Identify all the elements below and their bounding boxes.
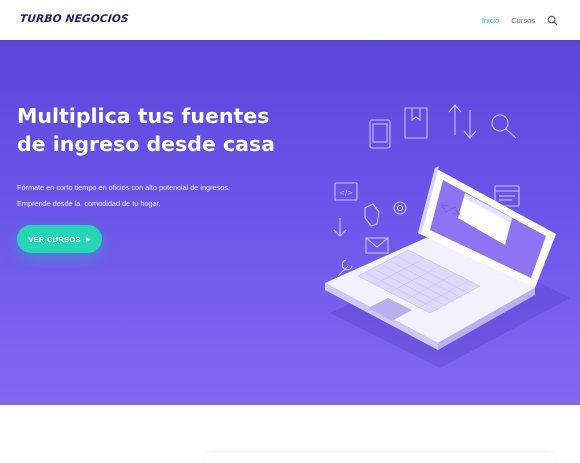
ver-cursos-button[interactable]: VER CURSOS ▶ xyxy=(17,225,102,253)
search-icon[interactable] xyxy=(547,15,558,26)
cta-label: VER CURSOS xyxy=(28,234,81,244)
site-logo[interactable]: TURBO NEGOCIOS xyxy=(19,13,129,25)
nav-item-inicio[interactable]: Inicio xyxy=(482,16,500,25)
content-area xyxy=(0,405,580,460)
hero-title: Multiplica tus fuentes de ingreso desde … xyxy=(17,104,275,156)
nav-item-cursos[interactable]: Cursos xyxy=(511,16,535,25)
content-card-edge xyxy=(205,453,555,463)
top-header: TURBO NEGOCIOS Inicio Cursos xyxy=(0,0,580,40)
hero-subtitle-line: Emprende desde la comodidad de tu hogar. xyxy=(17,198,161,208)
down-arrow-icon xyxy=(333,218,347,237)
laptop-code-illustration: </> </> xyxy=(325,104,570,368)
hero-section: Multiplica tus fuentes de ingreso desde … xyxy=(0,40,580,405)
hand-icon xyxy=(364,203,380,227)
main-nav: Inicio Cursos xyxy=(470,15,558,26)
svg-text:</>: </> xyxy=(339,189,353,197)
caret-right-icon: ▶ xyxy=(85,236,91,243)
magnifier-icon xyxy=(491,114,509,132)
hero-subtitle-line: Fórmate en corto tiempo en oficios con a… xyxy=(17,183,230,192)
gear-icon xyxy=(393,201,407,215)
arrows-icon xyxy=(448,104,477,139)
hero-subtitle: Fórmate en corto tiempo en oficios con a… xyxy=(17,180,230,211)
document-icon xyxy=(404,107,428,139)
